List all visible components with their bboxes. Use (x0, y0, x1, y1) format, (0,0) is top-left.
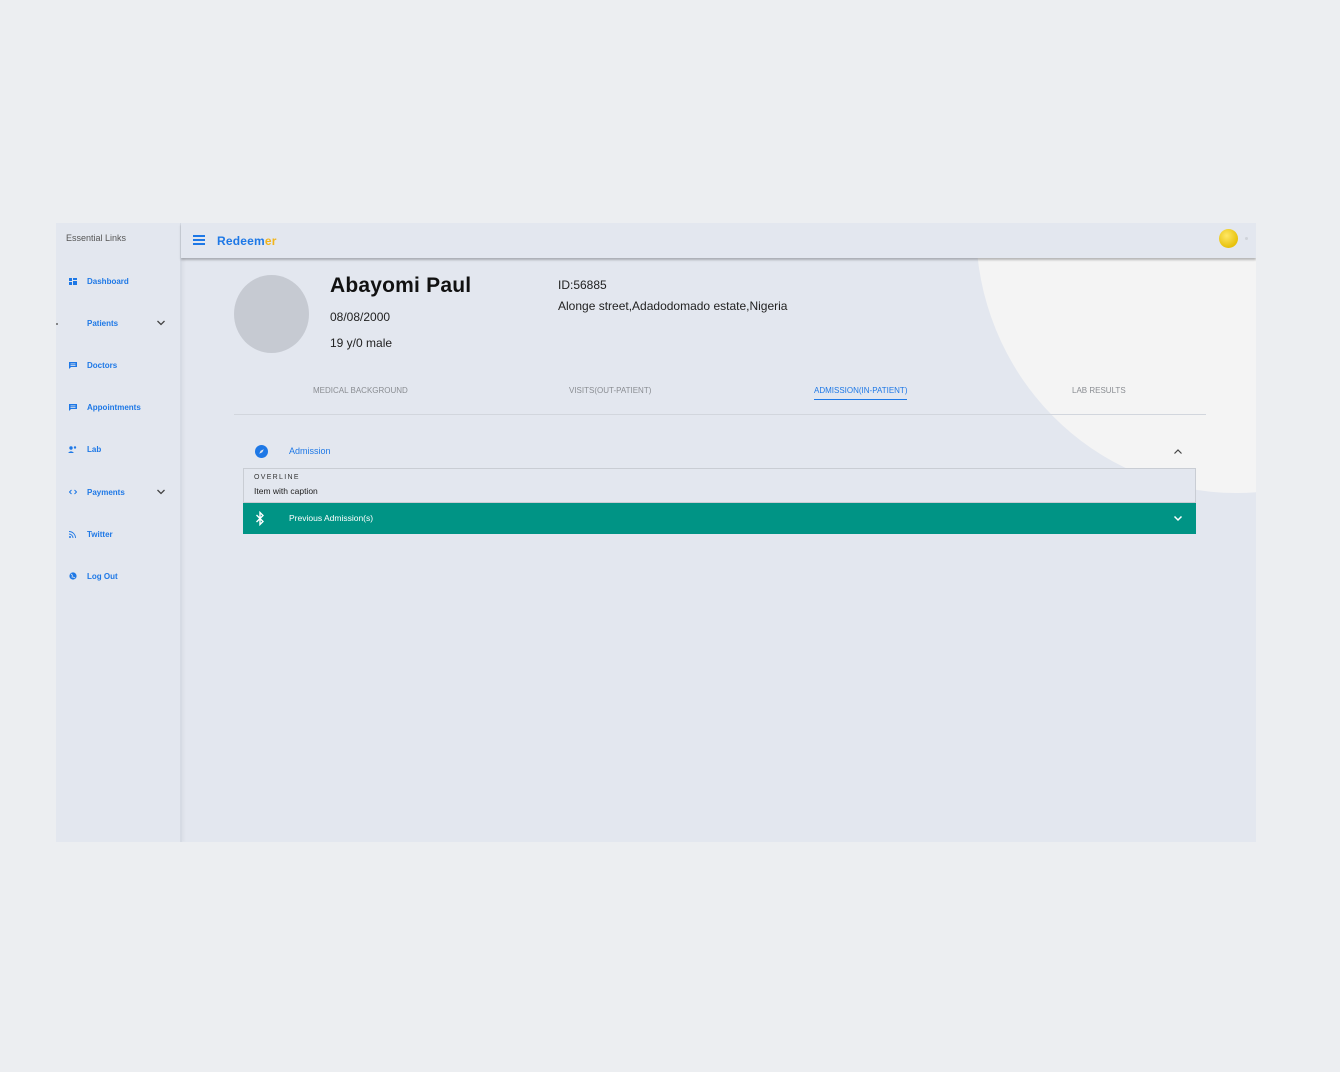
app-window: Essential Links Dashboard Patients Docto… (56, 223, 1256, 842)
tab-visits-out-patient[interactable]: VISITS(OUT-PATIENT) (569, 386, 651, 399)
list-item[interactable]: OVERLINE Item with caption (243, 468, 1196, 503)
compass-icon (255, 445, 268, 458)
tab-admission-in-patient[interactable]: ADMISSION(IN-PATIENT) (814, 386, 908, 400)
patient-name: Abayomi Paul (330, 274, 472, 297)
item-overline: OVERLINE (254, 474, 300, 481)
previous-admissions-title: Previous Admission(s) (289, 513, 374, 523)
tab-bar: MEDICAL BACKGROUND VISITS(OUT-PATIENT) A… (234, 373, 1206, 415)
theme-toggle-sun-icon[interactable] (1219, 229, 1238, 248)
brand-accent-text: er (264, 234, 277, 248)
patient-dob: 08/08/2000 (330, 310, 391, 324)
item-caption: Item with caption (254, 486, 318, 496)
tab-medical-background[interactable]: MEDICAL BACKGROUND (313, 386, 408, 399)
status-dot (1245, 237, 1248, 240)
patient-id: ID:56885 (558, 278, 607, 292)
main-content: Abayomi Paul 08/08/2000 19 y/0 male ID:5… (56, 223, 1256, 842)
menu-icon[interactable] (193, 235, 205, 245)
brand-logo[interactable]: Redeemer (217, 234, 277, 248)
tab-lab-results[interactable]: LAB RESULTS (1072, 386, 1126, 399)
patient-address: Alonge street,Adadodomado estate,Nigeria (558, 299, 788, 313)
admission-panel-header[interactable]: Admission (243, 439, 1196, 467)
brand-main-text: Redeem (217, 234, 265, 248)
chevron-up-icon (1174, 449, 1182, 454)
patient-age-sex: 19 y/0 male (330, 336, 393, 350)
previous-admissions-panel-header[interactable]: Previous Admission(s) (243, 503, 1196, 534)
bluetooth-icon (256, 511, 264, 526)
top-app-bar: Redeemer (181, 223, 1256, 258)
avatar (234, 275, 309, 353)
admission-panel-title: Admission (289, 446, 331, 456)
chevron-down-icon (1173, 515, 1183, 522)
